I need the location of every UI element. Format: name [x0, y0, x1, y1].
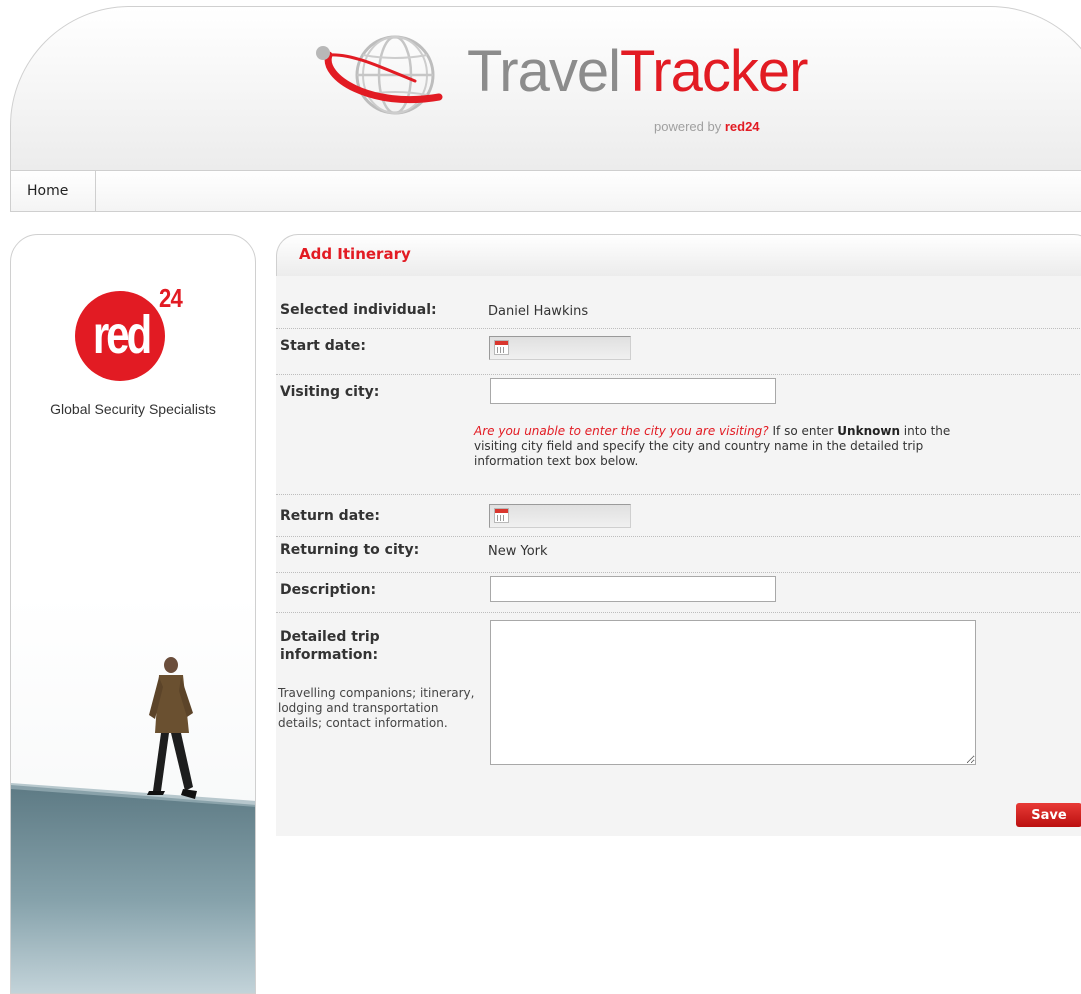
red24-logo: red 24 — [75, 283, 205, 385]
visiting-city-note-part1: If so enter — [768, 424, 838, 438]
return-date-field[interactable] — [489, 504, 631, 528]
description-input[interactable] — [490, 576, 776, 602]
calendar-icon[interactable] — [494, 508, 509, 523]
returning-city-row: Returning to city: New York — [276, 536, 1081, 573]
returning-city-label: Returning to city: — [280, 542, 420, 558]
visiting-city-label: Visiting city: — [280, 384, 380, 400]
save-button[interactable]: Save — [1016, 803, 1081, 827]
man-walking-photo — [11, 595, 255, 993]
detailed-trip-label: Detailed trip information: — [280, 629, 380, 663]
sidebar: red 24 Global Security Specialists — [10, 234, 256, 994]
returning-city-value: New York — [488, 544, 548, 559]
red24-logo-superscript: 24 — [159, 283, 183, 313]
red24-logo-text: red — [92, 305, 152, 365]
nav-home-link[interactable]: Home — [11, 171, 96, 211]
powered-by-label: powered by — [654, 119, 722, 134]
powered-by-brand: red24 — [724, 119, 760, 134]
calendar-icon[interactable] — [494, 340, 509, 355]
selected-individual-row: Selected individual: Daniel Hawkins — [276, 276, 1081, 329]
add-itinerary-form: Selected individual: Daniel Hawkins Star… — [276, 276, 1081, 836]
main-nav: Home — [10, 170, 1081, 212]
start-date-row: Start date: — [276, 328, 1081, 375]
selected-individual-value: Daniel Hawkins — [488, 304, 589, 319]
sidebar-tagline: Global Security Specialists — [50, 401, 216, 417]
add-itinerary-panel-header: Add Itinerary — [276, 234, 1081, 276]
globe-icon — [316, 35, 443, 115]
visiting-city-note-question: Are you unable to enter the city you are… — [474, 424, 769, 438]
description-label: Description: — [280, 582, 377, 598]
return-date-label: Return date: — [280, 508, 380, 524]
detailed-trip-textarea[interactable] — [490, 620, 976, 765]
detailed-trip-hint: Travelling companions; itinerary, lodgin… — [278, 686, 475, 730]
panel-title: Add Itinerary — [299, 245, 411, 263]
selected-individual-label: Selected individual: — [280, 302, 437, 318]
return-date-row: Return date: — [276, 494, 1081, 537]
visiting-city-note-bold: Unknown — [837, 424, 900, 438]
site-header: TravelTracker powered by red24 — [10, 6, 1081, 170]
logo-word-travel: Travel — [467, 39, 621, 104]
start-date-field[interactable] — [489, 336, 631, 360]
visiting-city-note: Are you unable to enter the city you are… — [474, 424, 994, 469]
powered-by-text: powered by red24 — [654, 119, 760, 134]
visiting-city-input[interactable] — [490, 378, 776, 404]
logo-word-tracker: Tracker — [620, 39, 808, 104]
logo-wordmark: TravelTracker — [467, 37, 808, 107]
traveltracker-logo[interactable]: TravelTracker powered by red24 — [311, 27, 821, 142]
description-row: Description: — [276, 572, 1081, 613]
start-date-label: Start date: — [280, 338, 366, 354]
